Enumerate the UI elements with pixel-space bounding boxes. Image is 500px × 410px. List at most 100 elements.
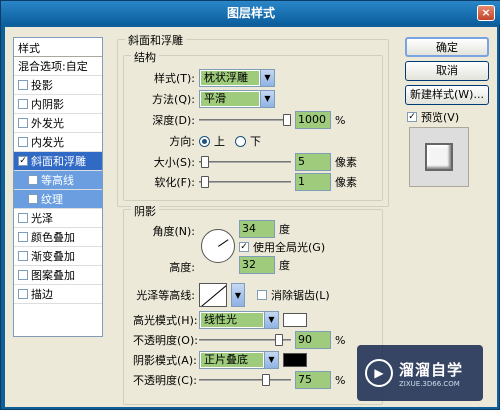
technique-label: 方法(Q): (152, 93, 195, 106)
direction-down-radio[interactable] (235, 135, 246, 147)
soften-unit: 像素 (335, 176, 357, 189)
sidebar-item-checkbox[interactable] (28, 194, 38, 204)
highlight-opacity-unit: % (335, 333, 346, 347)
technique-select-value: 平滑 (201, 92, 259, 106)
new-style-button[interactable]: 新建样式(W)... (405, 85, 489, 105)
style-preview (409, 127, 469, 187)
sidebar-item-checkbox[interactable] (18, 232, 28, 242)
style-select[interactable]: 枕状浮雕 ▼ (199, 69, 275, 87)
sidebar-item-label: 光泽 (31, 211, 53, 225)
highlight-color-swatch[interactable] (283, 313, 307, 327)
depth-label: 深度(D): (152, 114, 195, 127)
sidebar-item[interactable]: 纹理 (14, 190, 102, 209)
style-list-header[interactable]: 样式 (14, 38, 102, 57)
direction-down-label: 下 (250, 135, 261, 148)
depth-input[interactable]: 1000 (295, 111, 331, 129)
shadow-opacity-unit: % (335, 373, 346, 387)
chevron-down-icon[interactable]: ▼ (264, 312, 278, 328)
depth-slider[interactable] (199, 114, 291, 126)
sidebar-item-label: 内阴影 (31, 97, 64, 111)
cancel-button[interactable]: 取消 (405, 61, 489, 81)
style-list: 样式 混合选项:自定 投影 内阴影 外发光 内发光 ✓ 斜面和浮雕 等高线 纹理 光泽 颜色叠加渐… (13, 37, 103, 337)
direction-up-label: 上 (214, 135, 225, 148)
blending-options-item[interactable]: 混合选项:自定 (14, 57, 102, 76)
highlight-mode-value: 线性光 (201, 313, 263, 327)
shadow-mode-select[interactable]: 正片叠底 ▼ (199, 351, 279, 369)
layer-style-dialog: 图层样式 × 样式 混合选项:自定 投影 内阴影 外发光 内发光 ✓ 斜面和浮雕 等高线 纹理… (0, 0, 500, 410)
highlight-opacity-input[interactable]: 90 (295, 331, 331, 349)
sidebar-item-checkbox[interactable] (18, 251, 28, 261)
title-bar: 图层样式 × (1, 1, 500, 25)
size-input[interactable]: 5 (295, 153, 331, 171)
sidebar-item-checkbox[interactable] (18, 213, 28, 223)
preview-checkbox[interactable]: ✓ (407, 112, 417, 122)
sidebar-item[interactable]: 外发光 (14, 114, 102, 133)
sidebar-item-checkbox[interactable] (18, 289, 28, 299)
global-light-checkbox[interactable]: ✓ (239, 242, 249, 252)
highlight-opacity-slider[interactable] (199, 334, 291, 346)
sidebar-item-checkbox[interactable] (18, 270, 28, 280)
style-select-value: 枕状浮雕 (201, 71, 259, 85)
sidebar-item-label: 斜面和浮雕 (31, 154, 86, 168)
direction-up-radio[interactable] (199, 135, 210, 147)
sidebar-item[interactable]: 描边 (14, 285, 102, 304)
angle-unit: 度 (279, 223, 290, 236)
sidebar-item-checkbox[interactable] (28, 175, 38, 185)
sidebar-item-label: 等高线 (41, 173, 74, 187)
size-slider-thumb[interactable] (201, 156, 209, 168)
antialias-checkbox[interactable] (257, 290, 267, 300)
soften-slider[interactable] (199, 176, 291, 188)
shadow-mode-label: 阴影模式(A): (133, 354, 197, 367)
sidebar-item[interactable]: 内阴影 (14, 95, 102, 114)
highlight-mode-select[interactable]: 线性光 ▼ (199, 311, 279, 329)
technique-select[interactable]: 平滑 ▼ (199, 90, 275, 108)
soften-slider-thumb[interactable] (201, 176, 209, 188)
gloss-contour-picker[interactable] (199, 283, 227, 307)
size-unit: 像素 (335, 156, 357, 169)
ok-button[interactable]: 确定 (405, 37, 489, 57)
altitude-input[interactable]: 32 (239, 256, 275, 274)
sidebar-item-checkbox[interactable] (18, 118, 28, 128)
sidebar-item[interactable]: 等高线 (14, 171, 102, 190)
style-label: 样式(T): (153, 72, 195, 85)
close-button[interactable]: × (477, 5, 495, 21)
sidebar-item-checkbox[interactable] (18, 137, 28, 147)
sidebar-item-label: 颜色叠加 (31, 230, 75, 244)
global-light-label: 使用全局光(G) (253, 241, 326, 254)
sidebar-item-label: 纹理 (41, 192, 63, 206)
shadow-color-swatch[interactable] (283, 353, 307, 367)
chevron-down-icon[interactable]: ▼ (264, 352, 278, 368)
sidebar-item[interactable]: 图案叠加 (14, 266, 102, 285)
shadow-opacity-thumb[interactable] (262, 374, 270, 386)
angle-label: 角度(N): (152, 225, 195, 238)
dialog-body: 样式 混合选项:自定 投影 内阴影 外发光 内发光 ✓ 斜面和浮雕 等高线 纹理 光泽 颜色叠加渐… (5, 27, 497, 407)
sidebar-item[interactable]: ✓ 斜面和浮雕 (14, 152, 102, 171)
shadow-opacity-slider[interactable] (199, 374, 291, 386)
depth-slider-thumb[interactable] (283, 114, 291, 126)
shadow-opacity-input[interactable]: 75 (295, 371, 331, 389)
highlight-opacity-thumb[interactable] (275, 334, 283, 346)
preview-label: 预览(V) (421, 111, 460, 124)
direction-label: 方向: (169, 135, 195, 148)
sidebar-item[interactable]: 颜色叠加 (14, 228, 102, 247)
sidebar-item-label: 投影 (31, 78, 53, 92)
sidebar-item-checkbox[interactable] (18, 80, 28, 90)
angle-input[interactable]: 34 (239, 220, 275, 238)
sidebar-item[interactable]: 内发光 (14, 133, 102, 152)
altitude-unit: 度 (279, 259, 290, 272)
shadow-mode-value: 正片叠底 (201, 353, 263, 367)
chevron-down-icon[interactable]: ▼ (260, 91, 274, 107)
angle-dial[interactable] (201, 229, 235, 263)
highlight-mode-label: 高光模式(H): (133, 314, 198, 327)
chevron-down-icon[interactable]: ▼ (231, 283, 245, 307)
sidebar-item[interactable]: 渐变叠加 (14, 247, 102, 266)
sidebar-item-checkbox[interactable] (18, 99, 28, 109)
chevron-down-icon[interactable]: ▼ (260, 70, 274, 86)
size-slider[interactable] (199, 156, 291, 168)
window-title: 图层样式 (226, 6, 275, 20)
soften-input[interactable]: 1 (295, 173, 331, 191)
sidebar-item[interactable]: 光泽 (14, 209, 102, 228)
play-icon: ▶ (365, 359, 393, 387)
sidebar-item[interactable]: 投影 (14, 76, 102, 95)
sidebar-item-checkbox[interactable]: ✓ (18, 156, 28, 166)
